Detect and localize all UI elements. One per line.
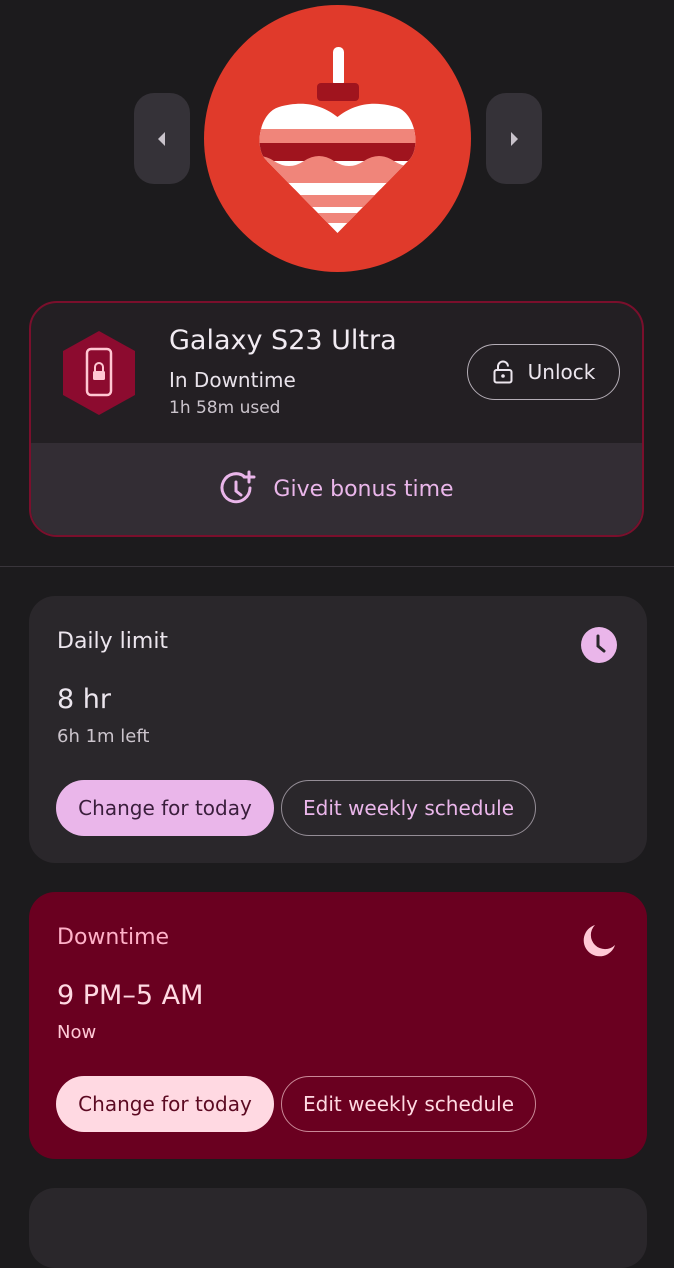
daily-limit-title: Daily limit <box>57 629 169 654</box>
next-profile-button[interactable] <box>486 93 542 184</box>
section-divider <box>0 566 674 567</box>
daily-limit-card: Daily limit 8 hr 6h 1m left Change for t… <box>29 596 647 863</box>
downtime-title: Downtime <box>57 925 170 950</box>
device-card: Galaxy S23 Ultra In Downtime 1h 58m used… <box>29 301 644 537</box>
profile-avatar <box>204 5 471 272</box>
downtime-hours: 9 PM–5 AM <box>57 980 204 1011</box>
ornament-icon <box>259 47 416 233</box>
change-limit-for-today-button[interactable]: Change for today <box>56 780 274 836</box>
add-time-icon <box>220 470 256 504</box>
daily-limit-remaining: 6h 1m left <box>57 726 150 747</box>
next-card-partial <box>29 1188 647 1268</box>
caret-left-icon <box>158 131 165 146</box>
device-status: In Downtime <box>169 368 296 392</box>
device-name: Galaxy S23 Ultra <box>169 325 397 356</box>
change-downtime-for-today-button[interactable]: Change for today <box>56 1076 274 1132</box>
give-bonus-time-button[interactable]: Give bonus time <box>31 443 642 535</box>
daily-limit-value: 8 hr <box>57 684 111 715</box>
unlock-icon <box>493 360 513 384</box>
downtime-card: Downtime 9 PM–5 AM Now Change for today … <box>29 892 647 1159</box>
device-summary: Galaxy S23 Ultra In Downtime 1h 58m used… <box>31 303 642 443</box>
previous-profile-button[interactable] <box>134 93 190 184</box>
unlock-label: Unlock <box>527 360 596 384</box>
device-usage: 1h 58m used <box>169 398 281 418</box>
unlock-button[interactable]: Unlock <box>467 344 620 400</box>
edit-downtime-weekly-schedule-button[interactable]: Edit weekly schedule <box>281 1076 536 1132</box>
clock-icon <box>581 627 617 663</box>
edit-limit-weekly-schedule-button[interactable]: Edit weekly schedule <box>281 780 536 836</box>
give-bonus-time-label: Give bonus time <box>273 476 454 502</box>
caret-right-icon <box>511 131 518 146</box>
locked-phone-icon <box>63 331 135 415</box>
downtime-status: Now <box>57 1022 97 1043</box>
moon-icon <box>583 925 615 957</box>
